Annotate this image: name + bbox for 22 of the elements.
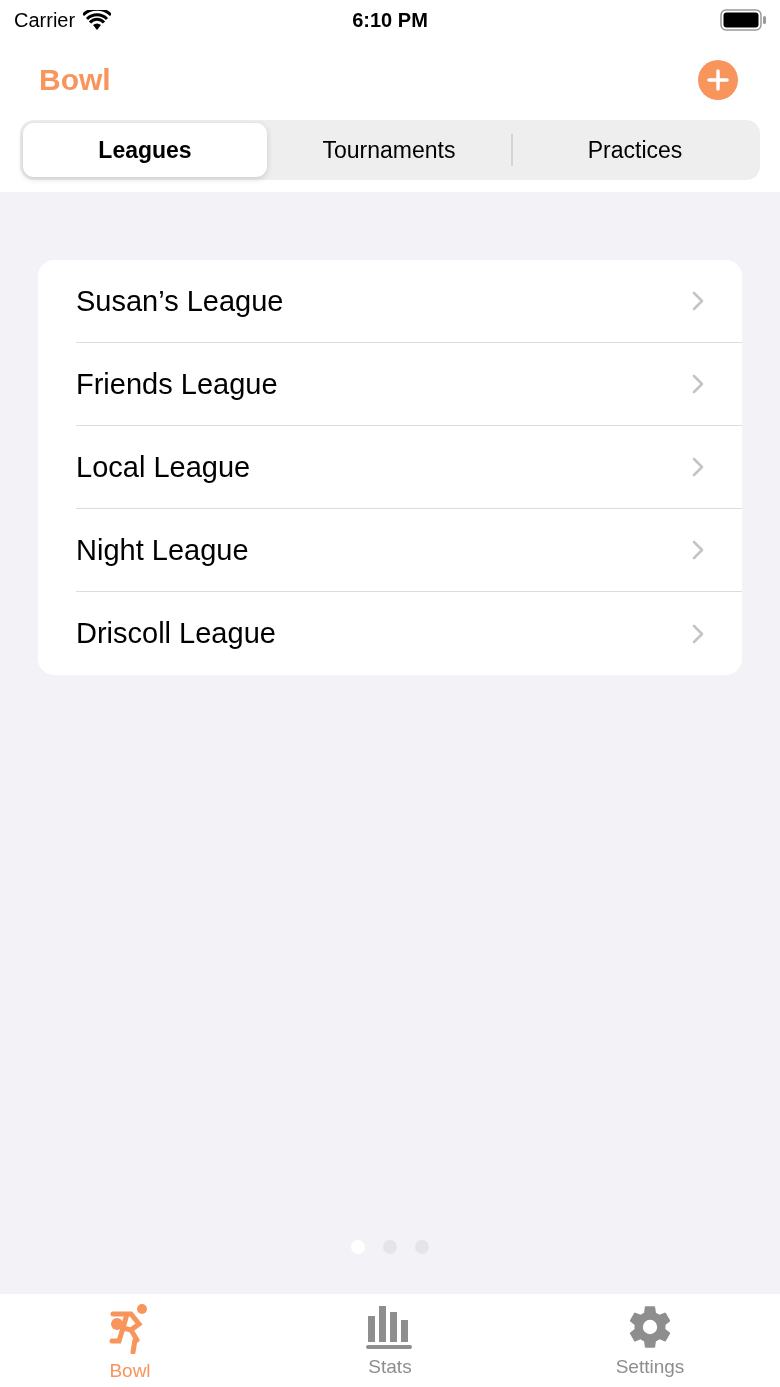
chevron-right-icon	[692, 457, 704, 477]
add-button[interactable]	[698, 60, 738, 100]
carrier-label: Carrier	[14, 8, 76, 32]
nav-title: Bowl	[39, 63, 111, 97]
segment-tab[interactable]: Leagues	[23, 123, 267, 177]
league-name[interactable]: Night League	[76, 533, 249, 567]
wifi-icon	[83, 10, 112, 30]
league-name[interactable]: Friends League	[76, 367, 278, 401]
chevron-right-icon	[692, 291, 704, 311]
league-name[interactable]: Susan’s League	[76, 284, 284, 318]
status-time: 6:10 PM	[352, 8, 428, 32]
league-name[interactable]: Driscoll League	[76, 617, 276, 650]
chevron-right-icon	[692, 623, 704, 644]
league-name[interactable]: Local League	[76, 450, 251, 484]
gear-icon	[627, 1304, 673, 1350]
chevron-right-icon	[692, 540, 704, 560]
segment-tab[interactable]: Tournaments	[267, 134, 513, 166]
battery-icon	[720, 9, 766, 31]
segment-tab[interactable]: Practices	[513, 123, 757, 177]
chevron-right-icon	[692, 374, 704, 394]
plus-icon	[707, 69, 729, 91]
bar-chart-icon	[366, 1304, 414, 1350]
